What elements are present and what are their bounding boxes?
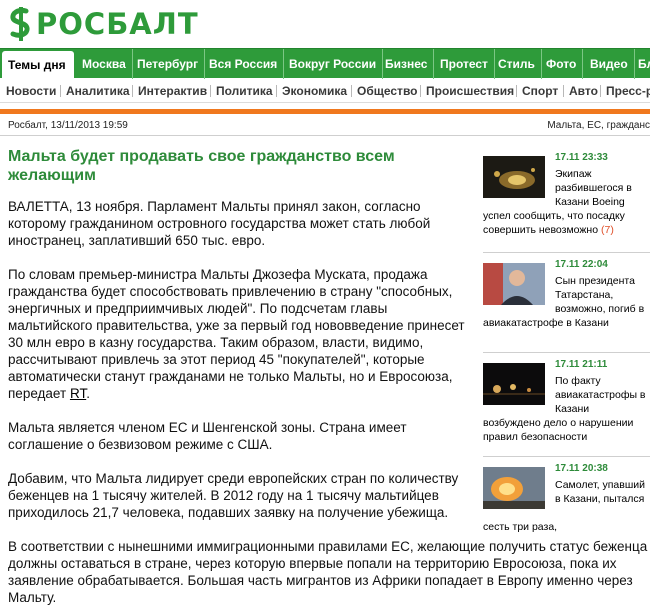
news-time: 17.11 22:04 [555,259,608,270]
tab-foto[interactable]: Фото [540,49,584,79]
tab-video[interactable]: Видео [584,49,635,79]
subnav-divider [351,85,352,97]
tab-peterburg[interactable]: Петербург [131,49,206,79]
news-title-head: Сын президента Татарстана, возможно, пог… [555,275,645,315]
subnav-divider [132,85,133,97]
news-divider [483,252,650,253]
subnav-ekonomika[interactable]: Экономика [282,79,347,103]
sidebar-news-item[interactable]: 17.11 21:11 По факту авиакатастрофы в Ка… [483,355,650,450]
news-divider [483,456,650,457]
site-logo-text: РОСБАЛТ [36,7,199,41]
fire-explosion-photo [483,467,545,509]
news-time: 17.11 21:11 [555,359,608,370]
news-title-tail[interactable]: авиакатастрофе в Казани [483,316,650,330]
meta-divider [0,135,650,136]
subnav-interaktiv[interactable]: Интерактив [138,79,207,103]
article-body: ВАЛЕТТА, 13 ноября. Парламент Мальты при… [8,198,647,610]
tab-vokrug-rossii[interactable]: Вокруг России [283,49,384,79]
news-title-head: Экипаж разбившегося в Казани Boeing [555,168,632,208]
subnav-proisshestviya[interactable]: Происшествия [426,79,514,103]
subnav-divider [276,85,277,97]
president-portrait-photo [483,263,545,305]
site-logo[interactable]: РОСБАЛТ [8,6,199,42]
news-time: 17.11 23:33 [555,152,608,163]
top-navigation: Темы дня Москва Петербург Вся Россия Вок… [0,48,650,79]
airport-night-photo [483,363,545,405]
article-paragraph: Мальта является членом ЕС и Шенгенской з… [8,420,407,452]
subnav-divider [420,85,421,97]
tab-temy-dnya[interactable]: Темы дня [2,51,74,79]
sub-navigation: Новости Аналитика Интерактив Политика Эк… [0,79,650,103]
source-link-rt[interactable]: RT [70,386,86,401]
news-title[interactable]: По факту авиакатастрофы в Казани [555,374,650,416]
subnav-avto[interactable]: Авто [569,79,598,103]
news-title[interactable]: Сын президента Татарстана, возможно, пог… [555,274,650,316]
subnav-divider [563,85,564,97]
crash-night-photo [483,156,545,198]
news-title-head: Самолет, упавший в Казани, пытался [555,479,645,505]
tab-stil[interactable]: Стиль [492,49,542,79]
tab-moskva[interactable]: Москва [76,49,133,79]
article-headline: Мальта будет продавать свое гражданство … [8,148,395,184]
subnav-obshchestvo[interactable]: Общество [357,79,418,103]
sidebar-news-item[interactable]: 17.11 23:33 Экипаж разбившегося в Казани… [483,148,650,243]
subnav-sport[interactable]: Спорт [522,79,558,103]
article-paragraph: ВАЛЕТТА, 13 ноября. Парламент Мальты при… [8,199,431,248]
subnav-novosti[interactable]: Новости [6,79,56,103]
article-paragraph: Добавим, что Мальта лидирует среди европ… [8,471,459,520]
article-source-date: Росбалт, 13/11/2013 19:59 [8,120,128,131]
tab-biznes[interactable]: Бизнес [379,49,435,79]
article-paragraph-end: . [86,386,90,401]
comment-count[interactable]: (7) [601,224,614,236]
sidebar-news-item[interactable]: 17.11 22:04 Сын президента Татарстана, в… [483,255,650,350]
subnav-press-reliz[interactable]: Пресс-р [606,79,650,103]
tab-vsya-rossiya[interactable]: Вся Россия [203,49,285,79]
orange-divider [0,109,650,114]
article-meta: Росбалт, 13/11/2013 19:59 Мальта, ЕС, гр… [0,118,650,134]
news-title[interactable]: Самолет, упавший в Казани, пытался [555,478,650,506]
site-header: РОСБАЛТ [0,0,650,48]
news-title-tail[interactable]: возбуждено дело о нарушении правил безоп… [483,416,650,444]
tab-blogs[interactable]: Бл [632,49,650,79]
subnav-divider [516,85,517,97]
article-paragraph: По словам премьер-министра Мальты Джозеф… [8,266,470,402]
subnav-politika[interactable]: Политика [216,79,273,103]
sidebar-news-item[interactable]: 17.11 20:38 Самолет, упавший в Казани, п… [483,459,650,554]
news-title-tail[interactable]: сесть три раза, [483,520,650,534]
subnav-divider [60,85,61,97]
subnav-divider [210,85,211,97]
news-divider [483,352,650,353]
article-paragraph-text: По словам премьер-министра Мальты Джозеф… [8,267,465,401]
news-title-head: По факту авиакатастрофы в Казани [555,375,646,415]
news-title[interactable]: Экипаж разбившегося в Казани Boeing [555,167,650,209]
subnav-analitika[interactable]: Аналитика [66,79,130,103]
rosbalt-dollar-logo-icon [10,7,30,41]
subnav-divider [600,85,601,97]
tab-protest[interactable]: Протест [434,49,495,79]
article-tags[interactable]: Мальта, ЕС, гражданс [547,120,650,131]
news-title-tail[interactable]: успел сообщить, что посадку совершить не… [483,209,650,237]
news-time: 17.11 20:38 [555,463,608,474]
